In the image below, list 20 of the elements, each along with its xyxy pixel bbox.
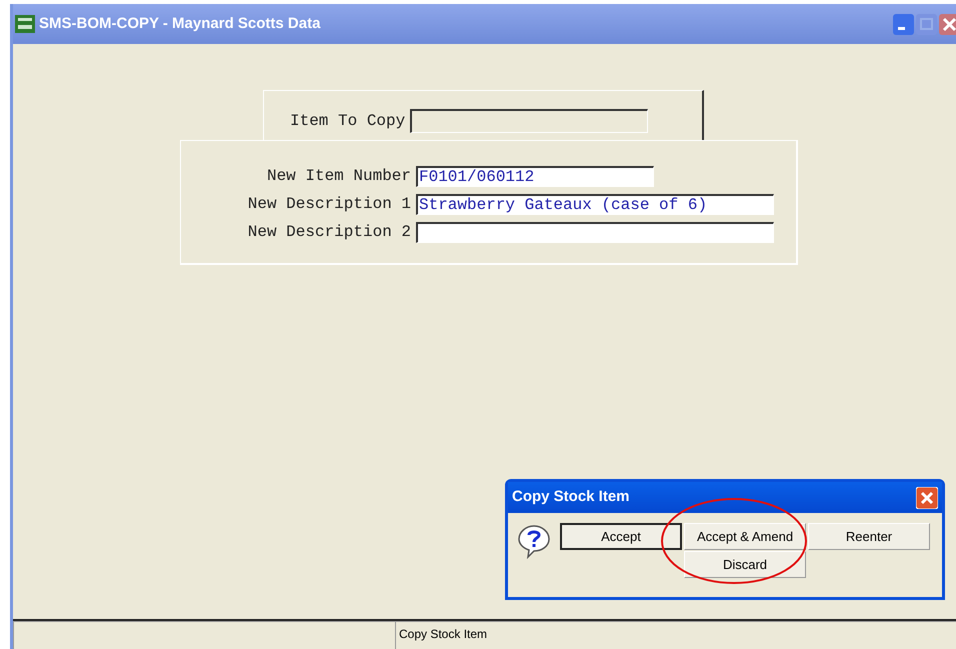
input-field[interactable]: F0101/060112 bbox=[416, 166, 654, 186]
field-label: New Description 1 bbox=[246, 194, 411, 215]
dialog-button[interactable]: Reenter bbox=[808, 523, 930, 550]
close-icon[interactable] bbox=[939, 14, 956, 34]
close-icon[interactable] bbox=[916, 486, 938, 508]
input-field[interactable] bbox=[416, 222, 774, 242]
input-field[interactable] bbox=[410, 108, 648, 132]
window-title: SMS-BOM-COPY - Maynard Scotts Data bbox=[39, 14, 320, 34]
dialog-button[interactable]: Accept & Amend bbox=[684, 523, 806, 550]
minimize-icon[interactable] bbox=[893, 14, 914, 34]
dialog-button[interactable]: Accept bbox=[560, 523, 682, 550]
dialog-title: Copy Stock Item bbox=[512, 487, 630, 508]
question-icon bbox=[516, 523, 552, 559]
app-logo-icon bbox=[15, 15, 35, 33]
field-label: New Item Number bbox=[266, 166, 411, 187]
field-label: New Description 2 bbox=[246, 222, 411, 243]
status-message: Copy Stock Item bbox=[395, 621, 956, 649]
input-field[interactable]: Strawberry Gateaux (case of 6) bbox=[416, 194, 774, 214]
field-label: Item To Copy bbox=[290, 110, 406, 132]
dialog-button[interactable]: Discard bbox=[684, 551, 806, 578]
